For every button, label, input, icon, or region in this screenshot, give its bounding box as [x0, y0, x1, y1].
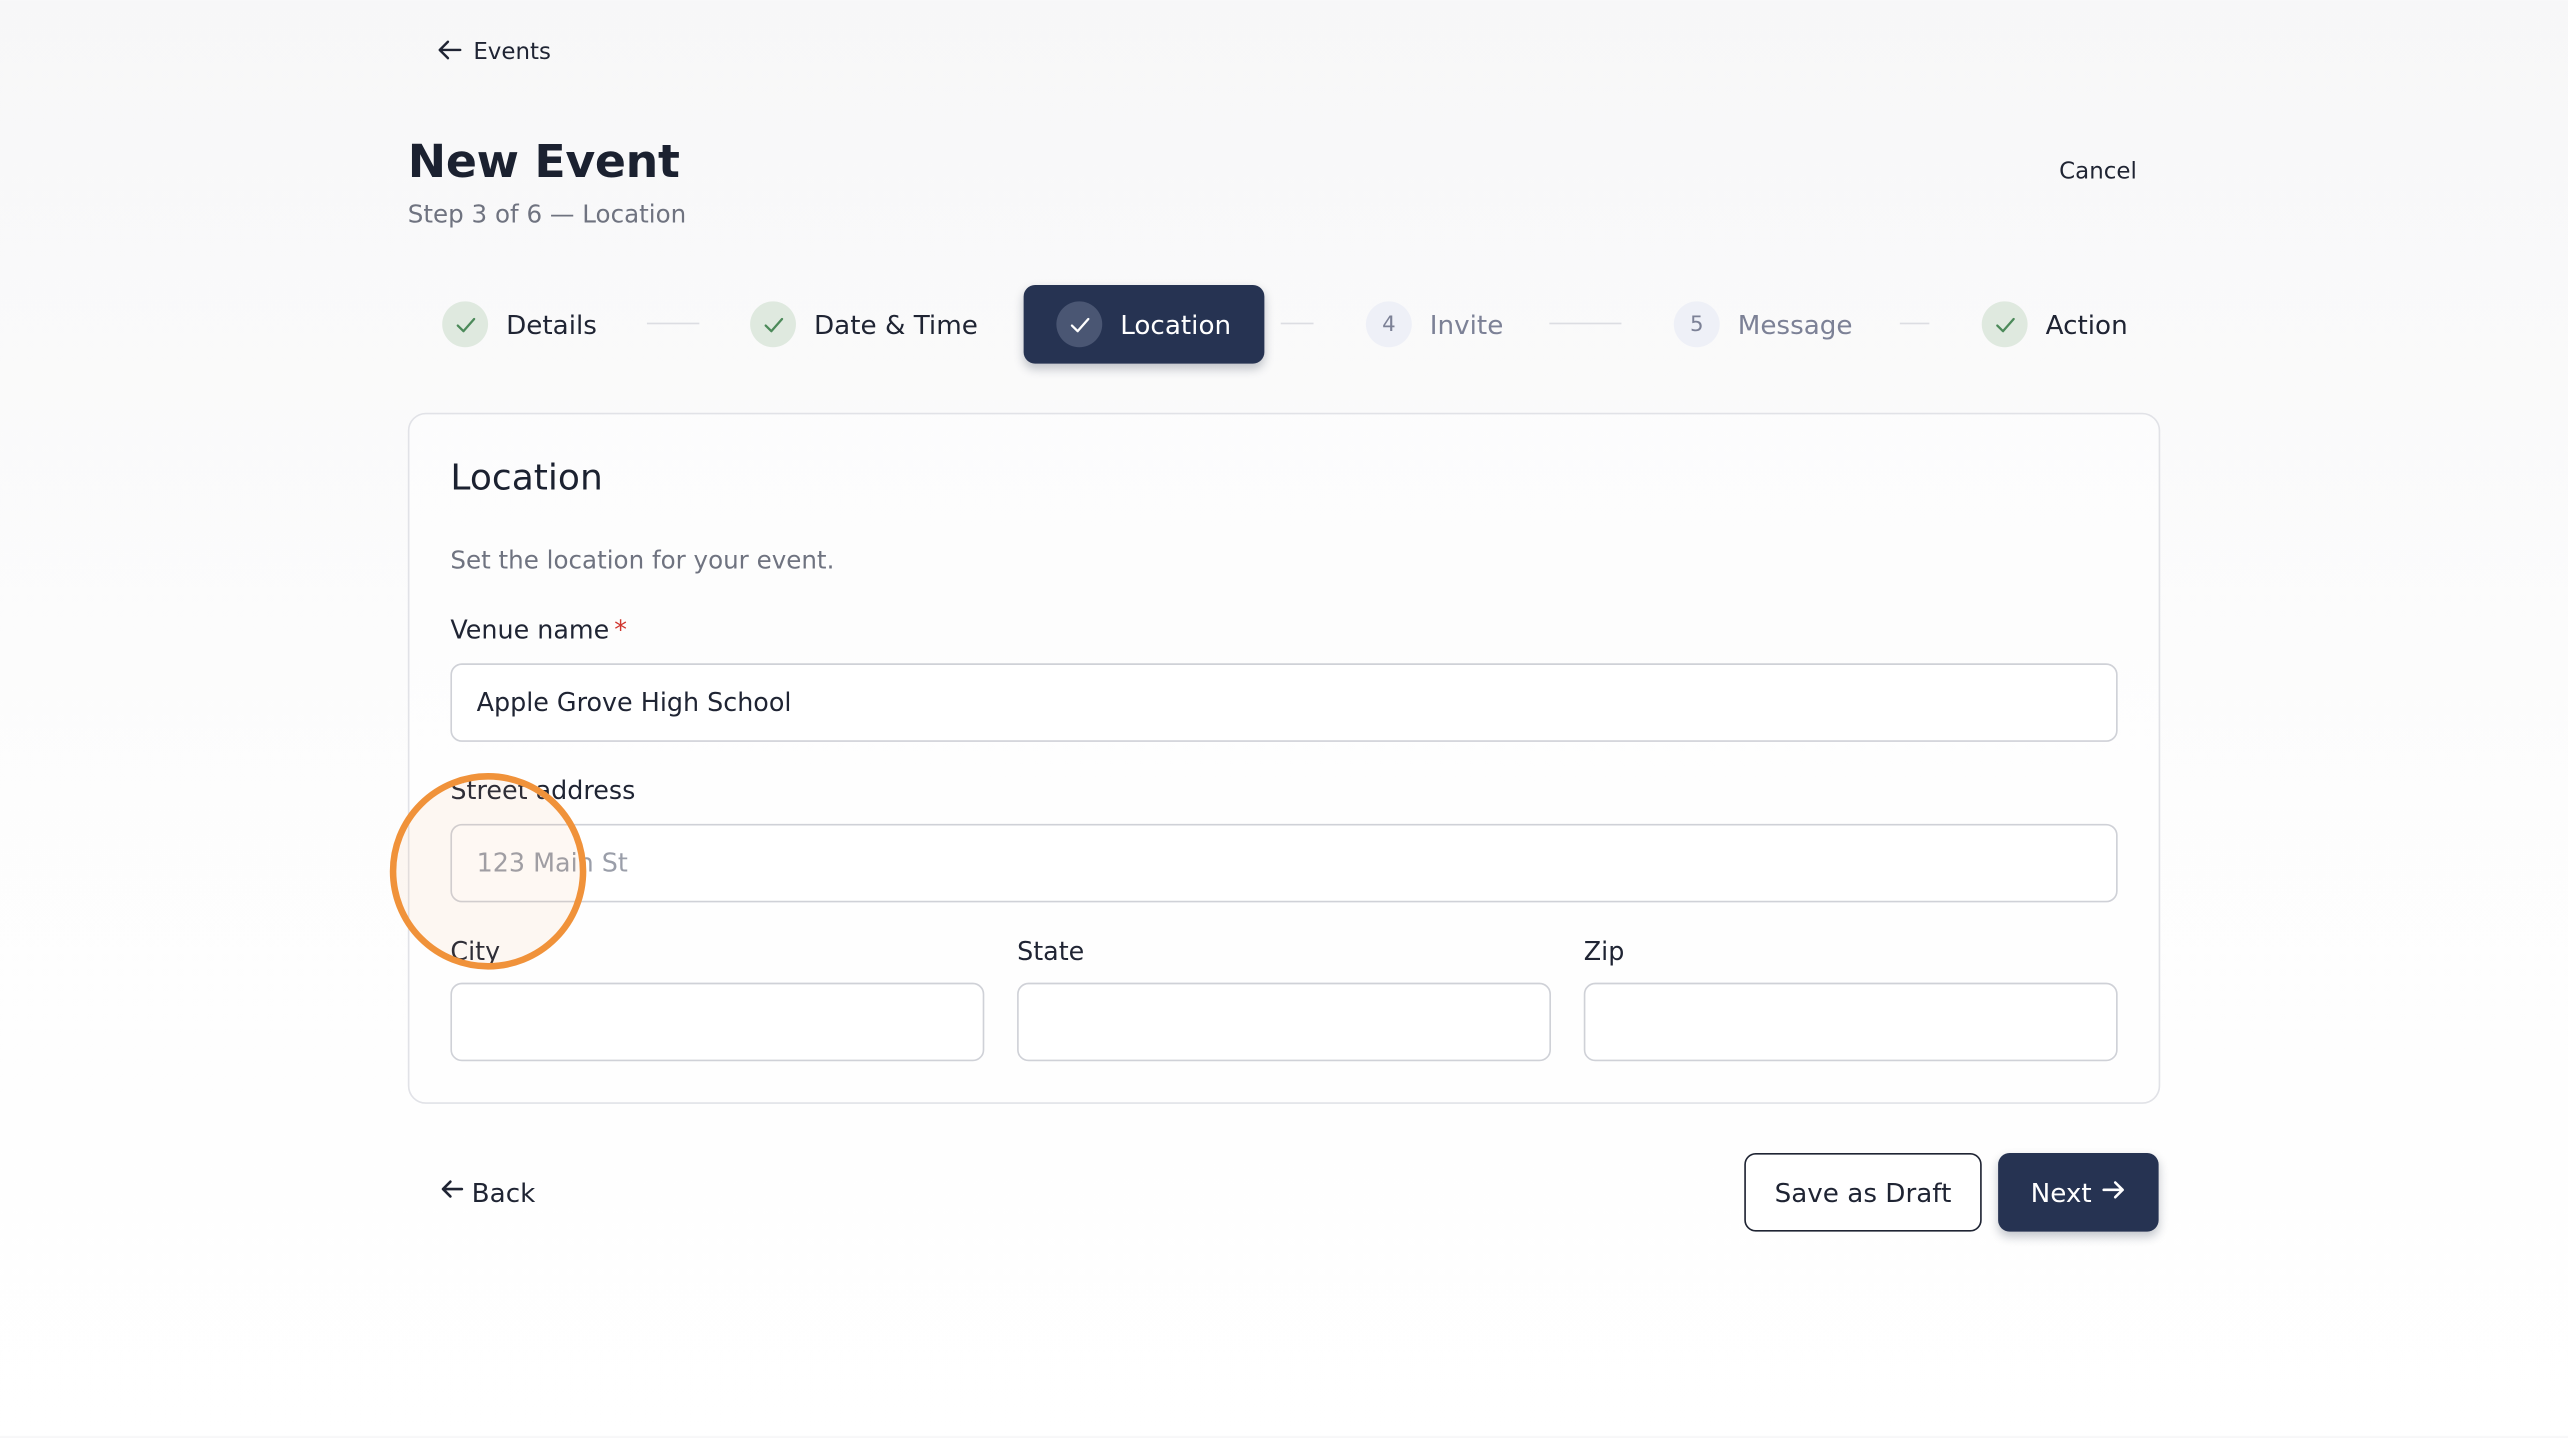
- zip-label: Zip: [1583, 936, 1625, 967]
- step-location[interactable]: Location: [1023, 284, 1264, 364]
- back-to-events-link[interactable]: Events: [436, 34, 551, 70]
- step-complete-badge: [442, 301, 489, 348]
- next-button[interactable]: Next: [1998, 1153, 2159, 1232]
- step-label: Invite: [1429, 308, 1504, 340]
- card-title: Location: [450, 458, 603, 500]
- page-title: New Event: [407, 134, 680, 189]
- arrow-right-icon: [2102, 1177, 2127, 1208]
- step-label: Details: [506, 308, 597, 340]
- step-connector: [1280, 322, 1314, 325]
- step-date-time[interactable]: Date & Time: [750, 285, 978, 364]
- step-label: Date & Time: [813, 308, 978, 340]
- cancel-button[interactable]: Cancel: [2041, 154, 2156, 190]
- step-label: Message: [1737, 308, 1853, 340]
- step-label: Action: [2045, 308, 2128, 340]
- step-complete-badge: [750, 301, 796, 348]
- step-action[interactable]: Action: [1981, 285, 2128, 364]
- city-input[interactable]: [450, 982, 985, 1062]
- save-as-draft-button[interactable]: Save as Draft: [1744, 1153, 1982, 1232]
- step-number-badge: 4: [1365, 301, 1412, 348]
- back-button[interactable]: Back: [439, 1173, 535, 1212]
- step-invite[interactable]: 4 Invite: [1365, 285, 1504, 364]
- state-label: State: [1017, 936, 1085, 967]
- step-message[interactable]: 5 Message: [1673, 285, 1853, 364]
- step-label: Location: [1120, 308, 1232, 340]
- step-active-badge: [1056, 301, 1103, 348]
- state-input[interactable]: [1017, 982, 1551, 1062]
- step-connector: [646, 322, 700, 325]
- required-marker: *: [614, 615, 627, 646]
- step-complete-badge: [1981, 301, 2028, 348]
- step-connector: [1549, 322, 1622, 325]
- card-description: Set the location for your event.: [450, 545, 835, 575]
- city-label: City: [450, 936, 501, 967]
- step-details[interactable]: Details: [442, 285, 597, 364]
- zip-input[interactable]: [1583, 982, 2118, 1062]
- arrow-left-icon: [439, 1176, 465, 1209]
- step-number-badge: 5: [1673, 301, 1720, 348]
- back-button-label: Back: [471, 1176, 536, 1208]
- page-subtitle: Step 3 of 6 — Location: [407, 199, 687, 230]
- venue-name-input[interactable]: [450, 663, 2118, 742]
- check-icon: [1069, 317, 1089, 332]
- street-address-label: Street address: [450, 776, 636, 806]
- check-icon: [1995, 317, 2015, 332]
- venue-name-label: Venue name *: [450, 615, 627, 646]
- next-button-label: Next: [2030, 1176, 2092, 1208]
- back-to-events-label: Events: [473, 39, 551, 66]
- arrow-left-icon: [436, 35, 464, 69]
- check-icon: [763, 317, 783, 332]
- check-icon: [455, 317, 475, 332]
- street-address-input[interactable]: [450, 823, 2118, 903]
- step-connector: [1899, 322, 1930, 325]
